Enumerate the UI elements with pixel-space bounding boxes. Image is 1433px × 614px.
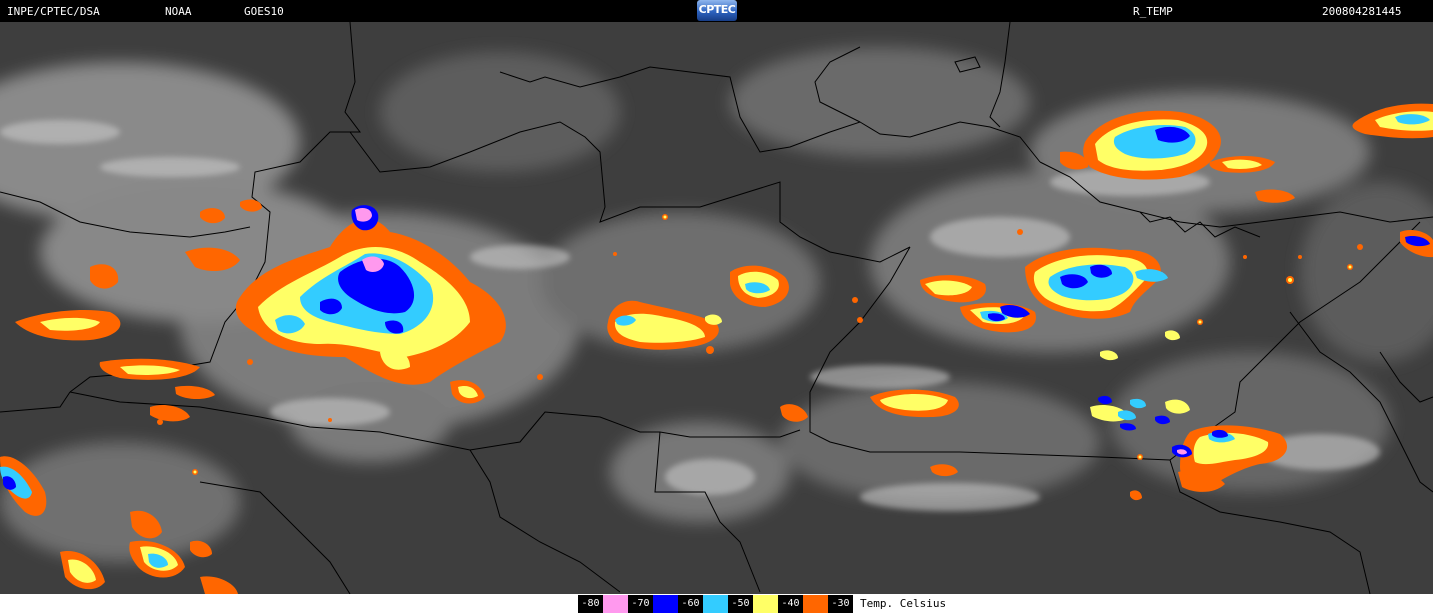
image-header-bar: INPE/CPTEC/DSA NOAA GOES10 CPTEC R_TEMP …	[0, 0, 1433, 22]
legend-value: -60	[678, 595, 703, 613]
legend-swatch	[703, 595, 728, 613]
temperature-legend: -80 -70 -60 -50 -40 -30 Temp. Celsius	[0, 594, 1433, 614]
satellite-label: GOES10	[244, 5, 284, 18]
satellite-image-viewer: INPE/CPTEC/DSA NOAA GOES10 CPTEC R_TEMP …	[0, 0, 1433, 614]
legend-swatch	[653, 595, 678, 613]
legend-value: -50	[728, 595, 753, 613]
legend-unit-label: Temp. Celsius	[860, 597, 947, 610]
legend-value: -70	[628, 595, 653, 613]
legend-swatch	[753, 595, 778, 613]
legend-value: -30	[828, 595, 853, 613]
satellite-infrared-map	[0, 22, 1433, 594]
cptec-logo: CPTEC	[697, 0, 737, 21]
legend-value: -80	[578, 595, 603, 613]
timestamp-label: 200804281445	[1322, 5, 1402, 18]
legend-value: -40	[778, 595, 803, 613]
legend-swatch	[603, 595, 628, 613]
agency-label: INPE/CPTEC/DSA	[7, 5, 100, 18]
product-label: R_TEMP	[1133, 5, 1173, 18]
legend-swatch	[803, 595, 828, 613]
source-label: NOAA	[165, 5, 192, 18]
